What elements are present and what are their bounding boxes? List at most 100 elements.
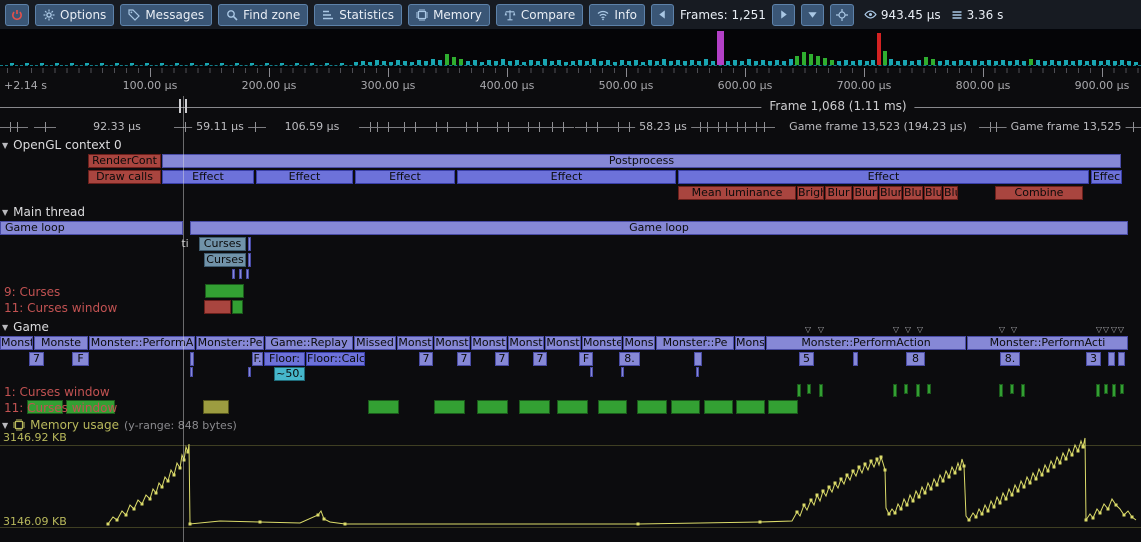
zone-bar[interactable] (1118, 352, 1125, 366)
info-button[interactable]: Info (589, 4, 645, 26)
zone-bar[interactable] (916, 384, 920, 397)
zone-bar[interactable]: Monste (0, 336, 33, 350)
zone-bar[interactable]: Game::Replay (265, 336, 353, 350)
zone-bar[interactable] (248, 367, 251, 377)
zone-bar[interactable]: Monst (471, 336, 507, 350)
zone-bar[interactable]: Game loop (0, 221, 183, 235)
zone-bar[interactable]: Monst (508, 336, 544, 350)
zone-bar[interactable] (232, 300, 243, 314)
statistics-button[interactable]: Statistics (314, 4, 402, 26)
zone-bar[interactable] (893, 384, 897, 397)
zone-bar[interactable]: Blur (853, 186, 878, 200)
zone-bar[interactable]: Effect (457, 170, 676, 184)
zone-bar[interactable] (1108, 352, 1115, 366)
zone-bar[interactable] (598, 400, 627, 414)
zone-bar[interactable] (1104, 384, 1108, 394)
zone-bar[interactable] (477, 400, 508, 414)
zone-bar[interactable] (853, 352, 858, 366)
zone-bar[interactable] (999, 384, 1003, 397)
zone-bar[interactable]: Blur (825, 186, 852, 200)
zone-bar[interactable]: Effect (678, 170, 1089, 184)
zone-bar[interactable]: ~50. (274, 367, 305, 381)
zone-bar[interactable] (1010, 384, 1014, 394)
zone-bar[interactable]: Mons (735, 336, 765, 350)
zone-bar[interactable]: ti (178, 237, 192, 251)
collapse-icon[interactable]: ▼ (2, 141, 8, 150)
zone-bar[interactable]: 8. (619, 352, 640, 366)
zone-bar[interactable] (1120, 384, 1124, 394)
frame-band[interactable]: Frame 1,068 (1.11 ms) (0, 96, 1141, 116)
zone-bar[interactable]: Game loop (190, 221, 1128, 235)
find-zone-button[interactable]: Find zone (218, 4, 308, 26)
zone-bar[interactable] (927, 384, 931, 394)
zone-bar[interactable]: Monster::PerformA (89, 336, 195, 350)
zone-bar[interactable]: Monst (434, 336, 470, 350)
zone-bar[interactable] (248, 237, 251, 251)
zone-bar[interactable] (637, 400, 667, 414)
zone-bar[interactable]: Curses (199, 237, 246, 251)
zone-bar[interactable]: RenderCont (88, 154, 161, 168)
zone-bar[interactable]: F. (252, 352, 263, 366)
zone-bar[interactable]: Blur (903, 186, 923, 200)
zone-bar[interactable] (671, 400, 700, 414)
zone-bar[interactable]: 7 (457, 352, 471, 366)
zone-bar[interactable]: Mons (623, 336, 655, 350)
zone-bar[interactable] (246, 269, 249, 279)
time-ruler[interactable]: +2.14 s 100.00 µs200.00 µs300.00 µs400.0… (0, 68, 1141, 96)
zone-bar[interactable]: Curses (204, 253, 246, 267)
zone-bar[interactable]: Missed (354, 336, 396, 350)
zone-bar[interactable]: Blur (943, 186, 958, 200)
zone-bar[interactable] (190, 352, 194, 366)
zone-bar[interactable]: Effec (1091, 170, 1122, 184)
zone-bar[interactable]: 3 (1086, 352, 1101, 366)
zone-bar[interactable]: Monster::PerformAction (766, 336, 966, 350)
messages-button[interactable]: Messages (120, 4, 212, 26)
zone-bar[interactable]: F (72, 352, 89, 366)
zone-bar[interactable]: 8. (1000, 352, 1020, 366)
zone-bar[interactable]: 5 (799, 352, 814, 366)
zone-bar[interactable] (736, 400, 765, 414)
collapse-icon[interactable]: ▼ (2, 208, 8, 217)
zone-bar[interactable]: Blur (924, 186, 942, 200)
focus-frame-button[interactable] (830, 4, 854, 26)
collapse-icon[interactable]: ▼ (2, 421, 8, 430)
zone-bar[interactable]: Postprocess (162, 154, 1121, 168)
zone-bar[interactable]: F (579, 352, 593, 366)
zone-bar[interactable]: Combine (995, 186, 1083, 200)
zone-bar[interactable]: 8 (906, 352, 925, 366)
options-button[interactable]: Options (35, 4, 114, 26)
frame-histogram[interactable] (0, 30, 1141, 68)
zone-bar[interactable]: 7 (495, 352, 509, 366)
zone-bar[interactable] (203, 400, 229, 414)
zone-bar[interactable]: 7 (419, 352, 433, 366)
zone-bar[interactable]: Monster::PerformActi (967, 336, 1128, 350)
zone-bar[interactable]: Monst (545, 336, 581, 350)
zone-bar[interactable] (190, 367, 193, 377)
zone-bar[interactable]: 7 (533, 352, 547, 366)
memory-button[interactable]: Memory (408, 4, 490, 26)
zone-bar[interactable]: 7 (29, 352, 44, 366)
zone-bar[interactable]: Floor: (264, 352, 305, 366)
zone-bar[interactable]: Effect (355, 170, 455, 184)
zone-bar[interactable] (621, 367, 624, 377)
zone-bar[interactable]: Effect (256, 170, 353, 184)
zone-bar[interactable] (1021, 384, 1025, 397)
zone-bar[interactable]: Floor::Calc (306, 352, 365, 366)
zone-bar[interactable]: Mean luminance (678, 186, 796, 200)
zone-bar[interactable] (248, 253, 251, 267)
zone-bar[interactable]: Brigh (797, 186, 824, 200)
zone-bar[interactable]: Monst (397, 336, 433, 350)
zone-bar[interactable] (768, 400, 798, 414)
zone-bar[interactable] (694, 352, 702, 366)
zone-bar[interactable] (590, 367, 593, 377)
zoom-out-button[interactable] (801, 4, 824, 26)
zone-bar[interactable] (1096, 384, 1100, 397)
zone-bar[interactable]: Monster::Pe (196, 336, 264, 350)
zone-bar[interactable] (807, 384, 811, 394)
zone-bar[interactable] (696, 367, 699, 377)
zone-bar[interactable] (904, 384, 908, 394)
zone-bar[interactable]: Effect (162, 170, 254, 184)
zone-bar[interactable] (704, 400, 733, 414)
zone-bar[interactable] (519, 400, 550, 414)
zone-bar[interactable] (232, 269, 235, 279)
